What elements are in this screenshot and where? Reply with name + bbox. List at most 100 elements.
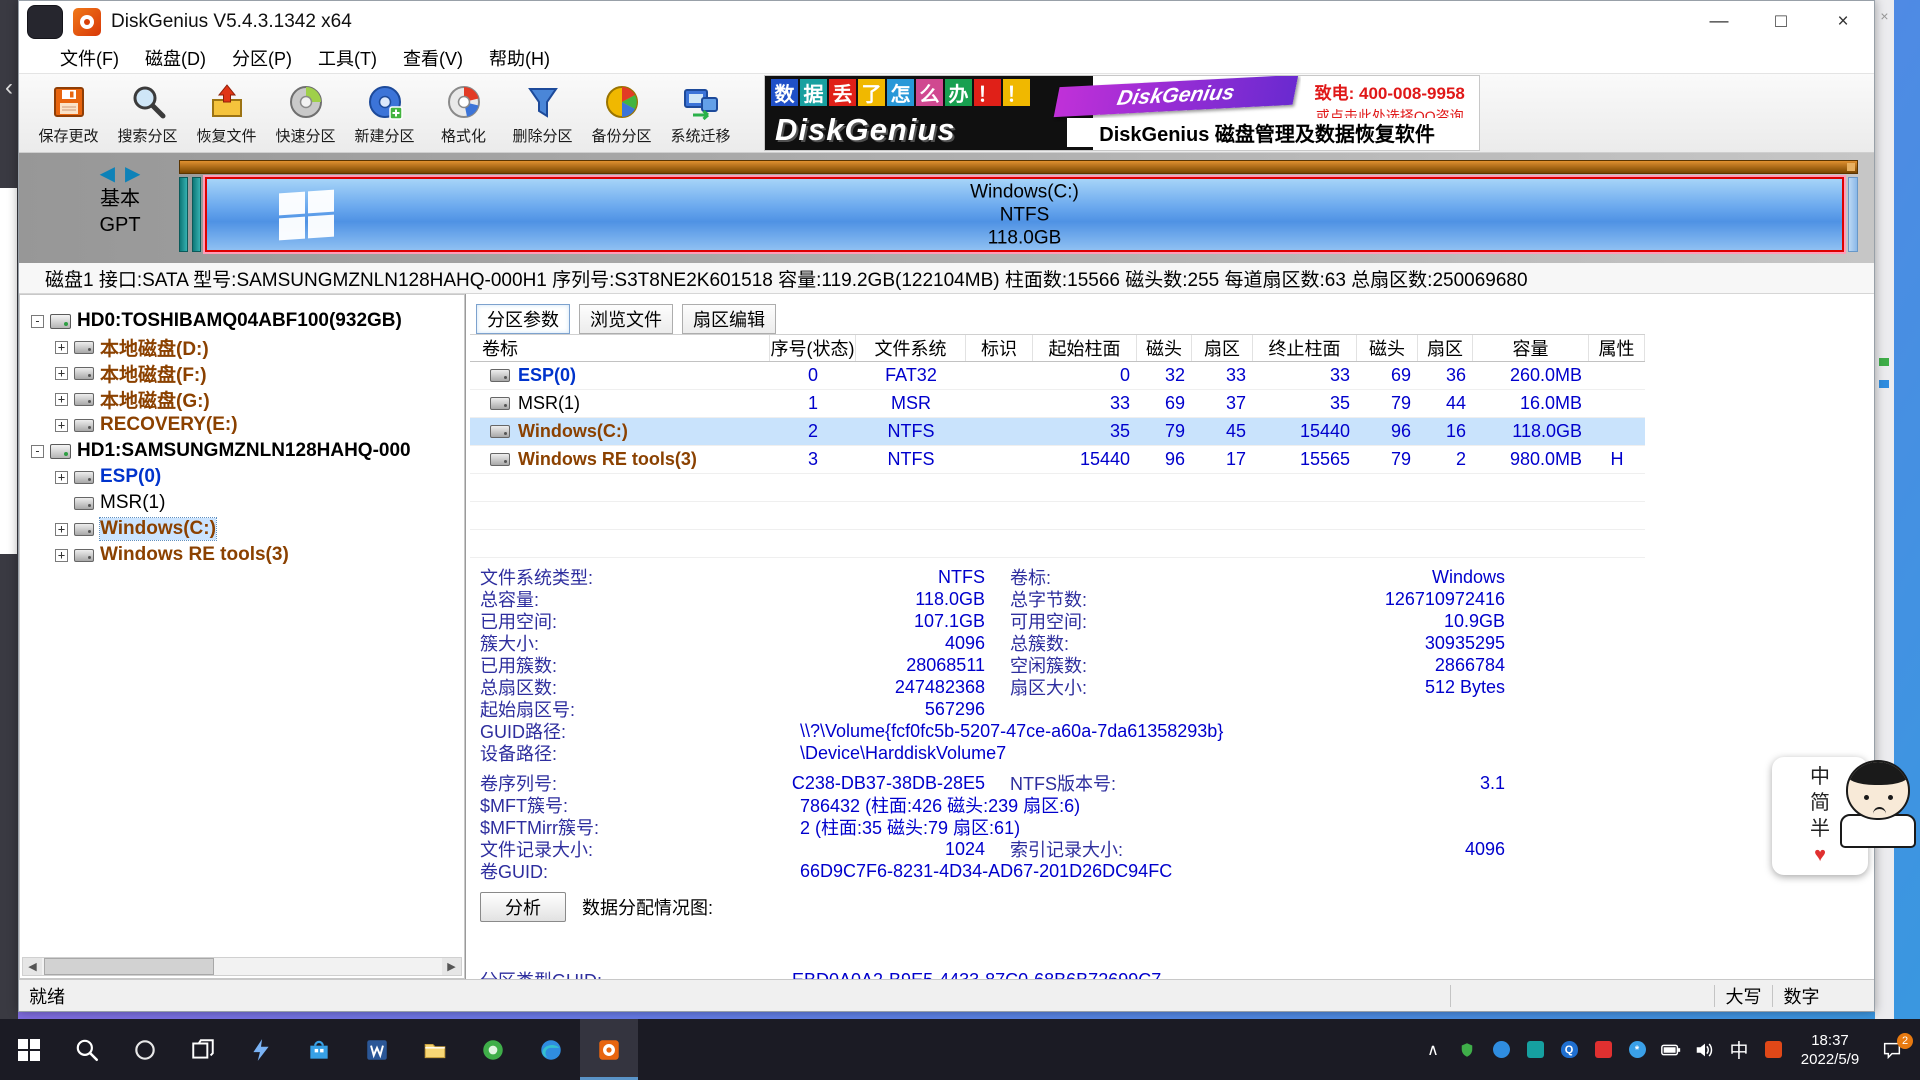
taskbar-search-button[interactable]	[58, 1019, 116, 1080]
tab-sector-edit[interactable]: 扇区编辑	[682, 304, 776, 334]
recover-files-button[interactable]: 恢复文件	[187, 76, 266, 150]
scrollbar-track[interactable]	[214, 958, 442, 975]
tree-item-5[interactable]: -HD1:SAMSUNGMZNLN128HAHQ-000	[27, 438, 463, 464]
battery-icon[interactable]	[1654, 1026, 1688, 1074]
column-header-8[interactable]: 磁头	[1357, 335, 1418, 361]
action-center-button[interactable]: 2	[1870, 1026, 1914, 1074]
tab-partition-params[interactable]: 分区参数	[476, 304, 570, 334]
column-header-4[interactable]: 起始柱面	[1033, 335, 1137, 361]
green-browser-button[interactable]	[464, 1019, 522, 1080]
menu-partition[interactable]: 分区(P)	[219, 42, 305, 74]
disk-header-bar[interactable]	[179, 160, 1858, 174]
edge-button[interactable]	[522, 1019, 580, 1080]
menu-help[interactable]: 帮助(H)	[476, 42, 563, 74]
system-migrate-button[interactable]: 系统迁移	[661, 76, 740, 150]
minimize-button[interactable]: —	[1688, 1, 1750, 43]
scroll-left-icon[interactable]: ◀	[23, 958, 42, 975]
ime-mode-chinese[interactable]: 中	[1810, 764, 1830, 790]
ime-simplified[interactable]: 简	[1810, 790, 1830, 816]
tray-qq-icon[interactable]: Q	[1552, 1026, 1586, 1074]
tray-shield-icon[interactable]	[1450, 1026, 1484, 1074]
start-button[interactable]	[0, 1019, 58, 1080]
column-header-3[interactable]: 标识	[966, 335, 1033, 361]
menu-tools[interactable]: 工具(T)	[305, 42, 390, 74]
tree-expander-icon[interactable]: -	[31, 445, 44, 458]
ime-language-indicator[interactable]: 中	[1722, 1026, 1756, 1074]
quick-partition-button[interactable]: 快速分区	[266, 76, 345, 150]
analyze-button[interactable]: 分析	[480, 892, 566, 922]
scrollbar-thumb[interactable]	[44, 958, 214, 975]
tree-item-0[interactable]: -HD0:TOSHIBAMQ04ABF100(932GB)	[27, 308, 463, 334]
tray-security-icon[interactable]	[1756, 1026, 1790, 1074]
column-header-5[interactable]: 磁头	[1137, 335, 1192, 361]
close-button[interactable]: ×	[1812, 1, 1874, 43]
tree-expander-icon[interactable]: +	[55, 523, 68, 536]
column-header-9[interactable]: 扇区	[1418, 335, 1473, 361]
partition-sliver-msr[interactable]	[192, 177, 201, 252]
volume-icon[interactable]	[1688, 1026, 1722, 1074]
tree-item-6[interactable]: +ESP(0)	[27, 464, 463, 490]
tree-item-2[interactable]: +本地磁盘(F:)	[27, 360, 463, 386]
column-header-11[interactable]: 属性	[1589, 335, 1645, 361]
table-row[interactable]: Windows RE tools(3)3NTFS1544096171556579…	[470, 446, 1645, 474]
tree-expander-icon[interactable]: -	[31, 315, 44, 328]
ad-banner[interactable]: 数据丢了怎么办！！ DiskGenius DiskGenius 致电: 400-…	[764, 75, 1480, 151]
word-button[interactable]	[348, 1019, 406, 1080]
back-arrow-icon[interactable]: ‹	[0, 66, 18, 110]
tab-browse-files[interactable]: 浏览文件	[579, 304, 673, 334]
column-header-2[interactable]: 文件系统	[856, 335, 966, 361]
partition-block-windows-c[interactable]: Windows(C:) NTFS 118.0GB	[205, 177, 1844, 252]
table-row[interactable]: ESP(0)0FAT3203233336936260.0MB	[470, 362, 1645, 390]
maximize-button[interactable]: □	[1750, 1, 1812, 43]
tree-expander-icon[interactable]: +	[55, 341, 68, 354]
column-header-0[interactable]: 卷标	[470, 335, 770, 361]
tree-expander-icon[interactable]: +	[55, 419, 68, 432]
ad-contact[interactable]: 致电: 400-008-9958 或点击此处选择QQ咨询	[1301, 76, 1480, 114]
taskbar-clock[interactable]: 18:37 2022/5/9	[1790, 1031, 1870, 1069]
tree-expander-icon[interactable]: +	[55, 549, 68, 562]
tree-expander-icon[interactable]: +	[55, 367, 68, 380]
tree-item-8[interactable]: +Windows(C:)	[27, 516, 463, 542]
partition-sliver-esp[interactable]	[179, 177, 188, 252]
tree-item-7[interactable]: MSR(1)	[27, 490, 463, 516]
format-button[interactable]: 格式化	[424, 76, 503, 150]
tray-netdisk-icon[interactable]	[1518, 1026, 1552, 1074]
tree-expander-icon[interactable]: +	[55, 393, 68, 406]
backup-partition-button[interactable]: 备份分区	[582, 76, 661, 150]
delete-partition-button[interactable]: 删除分区	[503, 76, 582, 150]
tree-item-3[interactable]: +本地磁盘(G:)	[27, 386, 463, 412]
tray-flag-icon[interactable]	[1586, 1026, 1620, 1074]
column-header-10[interactable]: 容量	[1473, 335, 1589, 361]
table-row[interactable]: MSR(1)1MSR33693735794416.0MB	[470, 390, 1645, 418]
menu-file[interactable]: 文件(F)	[47, 42, 132, 74]
table-row[interactable]: Windows(C:)2NTFS357945154409616118.0GB	[470, 418, 1645, 446]
menu-view[interactable]: 查看(V)	[390, 42, 476, 74]
search-button[interactable]: 搜索分区	[108, 76, 187, 150]
diskgenius-taskbar-button[interactable]	[580, 1019, 638, 1080]
tree-expander-icon[interactable]: +	[55, 471, 68, 484]
tray-chevron-up-icon[interactable]: ∧	[1416, 1026, 1450, 1074]
new-partition-button[interactable]: 新建分区	[345, 76, 424, 150]
thunder-app-button[interactable]	[232, 1019, 290, 1080]
tree-item-1[interactable]: +本地磁盘(D:)	[27, 334, 463, 360]
tree-horizontal-scrollbar[interactable]: ◀ ▶	[22, 957, 462, 976]
ime-heart-icon[interactable]: ♥	[1814, 842, 1826, 868]
tray-snowflake-icon[interactable]: *	[1620, 1026, 1654, 1074]
column-header-1[interactable]: 序号(状态)	[770, 335, 856, 361]
save-button[interactable]: 保存更改	[29, 76, 108, 150]
cortana-button[interactable]	[116, 1019, 174, 1080]
disk-nav-arrows[interactable]: ◀▶	[74, 161, 166, 186]
menu-disk[interactable]: 磁盘(D)	[132, 42, 219, 74]
file-explorer-button[interactable]	[406, 1019, 464, 1080]
tree-item-9[interactable]: +Windows RE tools(3)	[27, 542, 463, 568]
ime-halfwidth[interactable]: 半	[1810, 816, 1830, 842]
task-view-button[interactable]	[174, 1019, 232, 1080]
scroll-right-icon[interactable]: ▶	[442, 958, 461, 975]
column-header-6[interactable]: 扇区	[1192, 335, 1253, 361]
tree-item-4[interactable]: +RECOVERY(E:)	[27, 412, 463, 438]
overlay-app-icon[interactable]	[27, 5, 63, 39]
store-button[interactable]	[290, 1019, 348, 1080]
tray-messenger-icon[interactable]	[1484, 1026, 1518, 1074]
partition-sliver-re-tools[interactable]	[1848, 177, 1858, 252]
column-header-7[interactable]: 终止柱面	[1253, 335, 1357, 361]
